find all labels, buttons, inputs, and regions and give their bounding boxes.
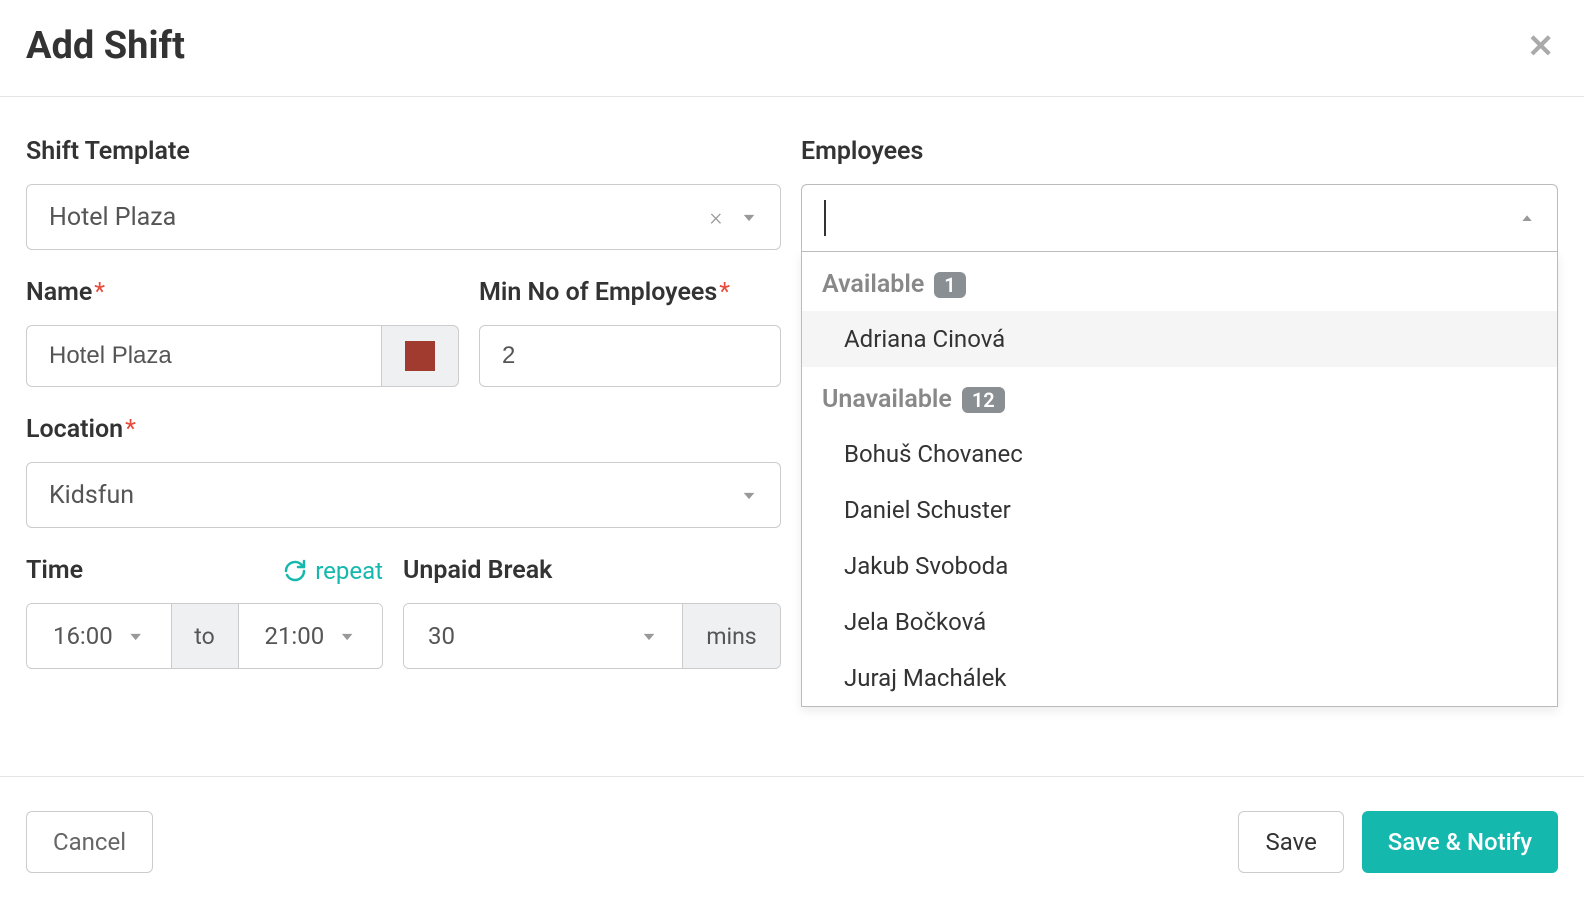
- modal-header: Add Shift ✕: [0, 0, 1584, 97]
- unpaid-break-unit: mins: [682, 604, 780, 668]
- unpaid-break-label: Unpaid Break: [403, 556, 781, 585]
- close-icon[interactable]: ✕: [1527, 30, 1554, 62]
- employee-option[interactable]: Juraj Machálek: [802, 650, 1557, 706]
- location-select[interactable]: Kidsfun: [26, 462, 781, 528]
- time-to-select[interactable]: 21:00: [239, 604, 383, 668]
- cancel-button[interactable]: Cancel: [26, 811, 153, 873]
- shift-template-value: Hotel Plaza: [49, 203, 710, 232]
- chevron-down-icon: [740, 207, 758, 228]
- name-input[interactable]: [26, 325, 381, 387]
- text-cursor: [824, 200, 826, 236]
- available-title: Available: [822, 270, 924, 299]
- time-to-label: to: [171, 604, 239, 668]
- unavailable-title: Unavailable: [822, 385, 952, 414]
- repeat-icon: [283, 559, 307, 583]
- modal-title: Add Shift: [26, 24, 185, 68]
- location-label: Location*: [26, 415, 781, 444]
- location-value: Kidsfun: [49, 481, 740, 510]
- color-swatch: [405, 341, 435, 371]
- unpaid-break-value: 30: [428, 622, 455, 650]
- time-label: Time: [26, 556, 83, 585]
- unavailable-count-badge: 12: [962, 387, 1005, 413]
- employee-option[interactable]: Daniel Schuster: [802, 482, 1557, 538]
- shift-template-select[interactable]: Hotel Plaza ×: [26, 184, 781, 250]
- employees-label: Employees: [801, 137, 1558, 166]
- min-employees-label: Min No of Employees*: [479, 278, 781, 307]
- shift-template-label: Shift Template: [26, 137, 781, 166]
- employee-option[interactable]: Adriana Cinová: [802, 311, 1557, 367]
- save-notify-button[interactable]: Save & Notify: [1362, 811, 1558, 873]
- unavailable-group-header: Unavailable 12: [802, 367, 1557, 426]
- chevron-down-icon: [338, 626, 356, 647]
- modal-body: Shift Template Hotel Plaza × Name* Min N…: [0, 97, 1584, 707]
- employees-search-input[interactable]: [801, 184, 1558, 252]
- min-employees-input[interactable]: [479, 325, 781, 387]
- time-from-value: 16:00: [53, 622, 113, 650]
- chevron-down-icon: [640, 626, 658, 647]
- left-column: Shift Template Hotel Plaza × Name* Min N…: [26, 137, 781, 707]
- available-count-badge: 1: [934, 272, 965, 298]
- save-button[interactable]: Save: [1238, 811, 1343, 873]
- time-to-value: 21:00: [264, 622, 324, 650]
- repeat-link[interactable]: repeat: [283, 557, 383, 585]
- employee-option[interactable]: Jela Bočková: [802, 594, 1557, 650]
- unpaid-break-select[interactable]: 30: [404, 604, 682, 668]
- chevron-down-icon: [740, 485, 758, 506]
- name-label: Name*: [26, 278, 459, 307]
- employees-dropdown: Available 1 Adriana Cinová Unavailable 1…: [801, 252, 1558, 707]
- right-column: Employees Available 1 Adriana Cinová Una…: [801, 137, 1558, 707]
- chevron-down-icon: [127, 626, 145, 647]
- employee-option[interactable]: Jakub Svoboda: [802, 538, 1557, 594]
- modal-footer: Cancel Save Save & Notify: [0, 776, 1584, 906]
- clear-icon[interactable]: ×: [710, 203, 723, 231]
- employee-option[interactable]: Bohuš Chovanec: [802, 426, 1557, 482]
- time-from-select[interactable]: 16:00: [27, 604, 171, 668]
- available-group-header: Available 1: [802, 252, 1557, 311]
- chevron-up-icon: [1519, 208, 1535, 227]
- color-picker-button[interactable]: [381, 325, 459, 387]
